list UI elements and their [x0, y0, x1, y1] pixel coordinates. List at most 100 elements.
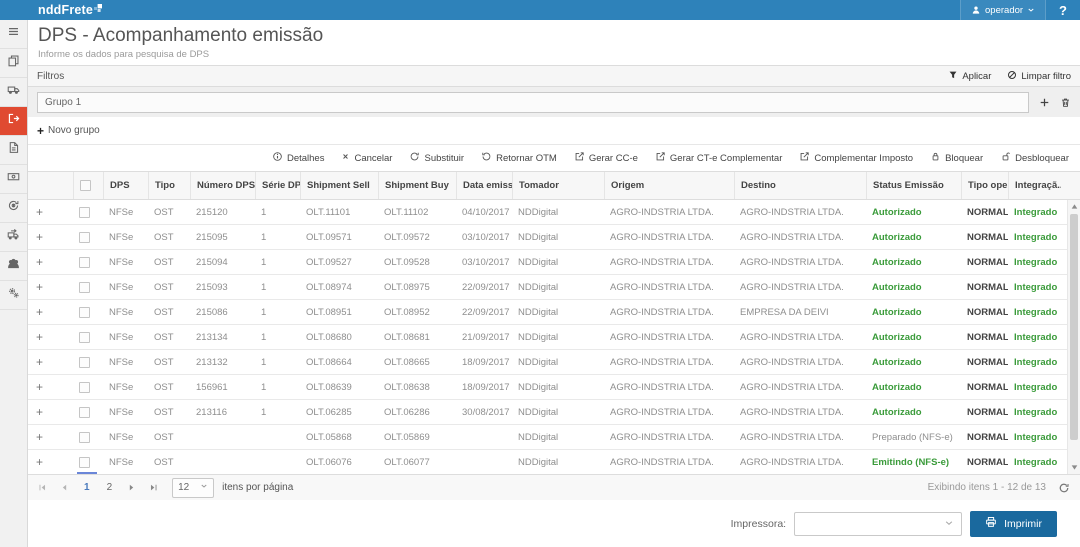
sidebar-item-dps-emission[interactable]	[0, 107, 27, 136]
table-scrollbar[interactable]	[1067, 200, 1080, 474]
add-filter-icon[interactable]	[1039, 97, 1050, 108]
column-header[interactable]: Shipment Sell	[300, 172, 378, 199]
expand-row-icon[interactable]: +	[28, 455, 73, 469]
page-size-select[interactable]: 12	[172, 477, 215, 498]
sidebar-item-payment[interactable]	[0, 165, 27, 194]
column-header[interactable]: Origem	[604, 172, 734, 199]
expand-row-icon[interactable]: +	[28, 430, 73, 444]
new-group-button[interactable]: + Novo grupo	[28, 117, 1080, 144]
row-checkbox[interactable]	[79, 256, 90, 268]
row-checkbox[interactable]	[79, 456, 90, 468]
column-header[interactable]: Destino	[734, 172, 866, 199]
page-number-2[interactable]: 2	[105, 482, 115, 493]
expand-row-icon[interactable]: +	[28, 305, 73, 319]
column-header[interactable]: Tipo	[148, 172, 190, 199]
first-page-button[interactable]	[38, 483, 47, 492]
lock-icon	[930, 151, 941, 165]
column-header[interactable]: Integraçã...	[1008, 172, 1061, 199]
sidebar-item-money-sync[interactable]	[0, 194, 27, 223]
page-number-1[interactable]: 1	[82, 482, 92, 493]
scroll-down-icon[interactable]	[1068, 461, 1080, 474]
delete-group-icon[interactable]	[1060, 97, 1071, 108]
cancelar-button[interactable]: Cancelar	[341, 152, 392, 164]
table-row[interactable]: + NFSe OST 215093 1 OLT.08974 OLT.08975 22/09/2…	[28, 275, 1067, 300]
substituir-button[interactable]: Substituir	[409, 151, 464, 165]
column-header[interactable]: Tipo oper...	[961, 172, 1008, 199]
sidebar-item-truck-return[interactable]	[0, 223, 27, 252]
refresh-icon[interactable]	[1058, 482, 1070, 494]
sidebar-item-document[interactable]	[0, 136, 27, 165]
table-row[interactable]: + NFSe OST 156961 1 OLT.08639 OLT.08638 18/09/2…	[28, 375, 1067, 400]
column-header[interactable]: Shipment Buy	[378, 172, 456, 199]
gerar-ct-e-complementar-button[interactable]: Gerar CT-e Complementar	[655, 151, 782, 165]
column-header[interactable]: Status Emissão	[866, 172, 961, 199]
scrollbar-thumb[interactable]	[1070, 214, 1078, 440]
cell-tomador: NDDigital	[518, 306, 559, 318]
gerar-cc-e-button[interactable]: Gerar CC-e	[574, 151, 638, 165]
cell-numero-dps: 215120	[196, 206, 228, 218]
expand-row-icon[interactable]: +	[28, 280, 73, 294]
cell-shipment-buy: OLT.08952	[384, 306, 430, 318]
bloquear-button[interactable]: Bloquear	[930, 151, 983, 165]
clear-filter-button[interactable]: Limpar filtro	[1007, 70, 1071, 83]
cell-shipment-buy: OLT.08975	[384, 281, 430, 293]
table-row[interactable]: + NFSe OST 215120 1 OLT.11101 OLT.11102 04/10/2…	[28, 200, 1067, 225]
row-checkbox[interactable]	[79, 306, 90, 318]
last-page-button[interactable]	[149, 483, 158, 492]
expand-row-icon[interactable]: +	[28, 330, 73, 344]
complementar-imposto-button[interactable]: Complementar Imposto	[799, 151, 913, 165]
sidebar-item-settings[interactable]	[0, 281, 27, 310]
row-checkbox[interactable]	[79, 381, 90, 393]
desbloquear-button[interactable]: Desbloquear	[1000, 151, 1069, 165]
scroll-up-icon[interactable]	[1068, 200, 1080, 213]
detalhes-button[interactable]: Detalhes	[272, 151, 324, 165]
prev-page-button[interactable]	[60, 483, 69, 492]
row-checkbox[interactable]	[79, 231, 90, 243]
row-checkbox[interactable]	[79, 356, 90, 368]
cell-serie-dps: 1	[261, 331, 267, 343]
expand-row-icon[interactable]: +	[28, 355, 73, 369]
next-page-button[interactable]	[127, 483, 136, 492]
table-row[interactable]: + NFSe OST 213132 1 OLT.08664 OLT.08665 18/09/2…	[28, 350, 1067, 375]
table-row[interactable]: + NFSe OST 215086 1 OLT.08951 OLT.08952 22/09/2…	[28, 300, 1067, 325]
table-row[interactable]: + NFSe OST 215095 1 OLT.09571 OLT.09572 03/10/2…	[28, 225, 1067, 250]
money-sync-icon	[7, 199, 20, 217]
printer-select[interactable]	[794, 511, 963, 536]
column-header[interactable]: Número DPS	[190, 172, 255, 199]
help-button[interactable]: ?	[1046, 3, 1080, 18]
table-row[interactable]: + NFSe OST OLT.05868 OLT.05869 NDDigital AGRO-…	[28, 425, 1067, 450]
sidebar-item-truck[interactable]	[0, 78, 27, 107]
expand-row-icon[interactable]: +	[28, 255, 73, 269]
cell-status-emissao: Autorizado	[872, 281, 922, 293]
expand-row-icon[interactable]: +	[28, 230, 73, 244]
table-row[interactable]: + NFSe OST OLT.06076 OLT.06077 NDDigital AGRO-…	[28, 450, 1067, 474]
expand-row-icon[interactable]: +	[28, 380, 73, 394]
table-row[interactable]: + NFSe OST 213116 1 OLT.06285 OLT.06286 30/08/2…	[28, 400, 1067, 425]
retornar-otm-button[interactable]: Retornar OTM	[481, 151, 557, 165]
column-header[interactable]: Tomador	[512, 172, 604, 199]
cell-destino: AGRO-INDSTRIA LTDA.	[740, 456, 844, 468]
column-header[interactable]: Série DPS	[255, 172, 300, 199]
users-icon	[7, 257, 20, 275]
table-row[interactable]: + NFSe OST 213134 1 OLT.08680 OLT.08681 21/09/2…	[28, 325, 1067, 350]
apply-filter-button[interactable]: Aplicar	[948, 70, 991, 83]
expand-row-icon[interactable]: +	[28, 205, 73, 219]
row-checkbox[interactable]	[79, 431, 90, 443]
row-checkbox[interactable]	[79, 281, 90, 293]
sidebar-item-menu[interactable]	[0, 20, 27, 49]
expand-row-icon[interactable]: +	[28, 405, 73, 419]
column-header[interactable]: Data emissã...	[456, 172, 512, 199]
column-header[interactable]: DPS	[103, 172, 148, 199]
row-checkbox[interactable]	[79, 406, 90, 418]
sidebar-item-copy[interactable]	[0, 49, 27, 78]
row-checkbox[interactable]	[79, 331, 90, 343]
user-menu-button[interactable]: operador	[960, 0, 1047, 20]
row-checkbox-cell	[73, 375, 103, 399]
table-row[interactable]: + NFSe OST 215094 1 OLT.09527 OLT.09528 03/10/2…	[28, 250, 1067, 275]
row-checkbox[interactable]	[79, 206, 90, 218]
cell-serie-dps: 1	[261, 381, 267, 393]
checkbox[interactable]	[80, 180, 91, 191]
group-input[interactable]	[37, 91, 1029, 113]
print-button[interactable]: Imprimir	[970, 510, 1057, 537]
sidebar-item-users[interactable]	[0, 252, 27, 281]
